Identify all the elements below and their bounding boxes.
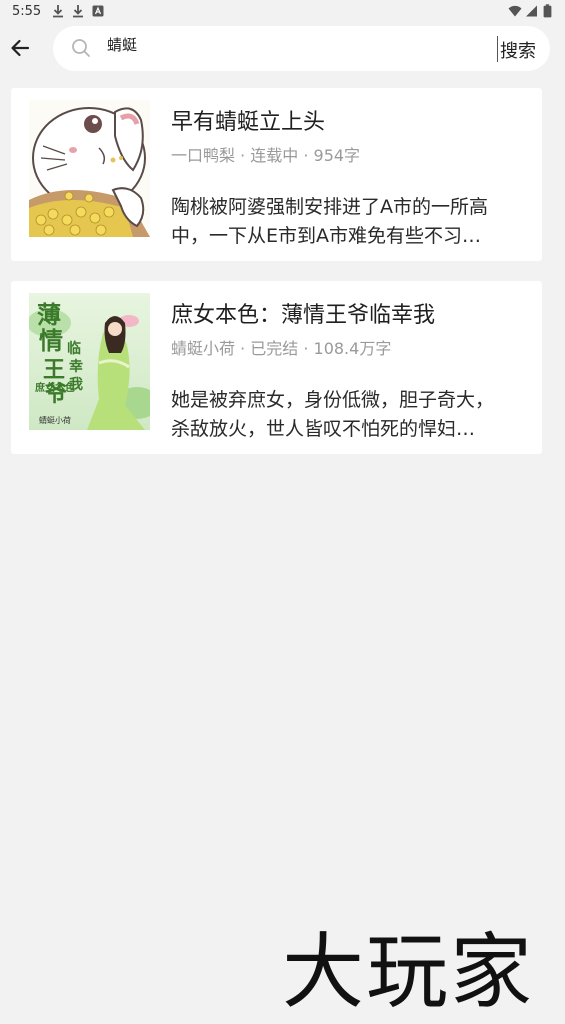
book-meta: 一口鸭梨 · 连载中 · 954字 <box>171 146 361 165</box>
book-title: 早有蜻蜓立上头 <box>171 110 326 135</box>
book-description-line: 她是被弃庶女，身份低微，胆子奇大， <box>171 389 495 411</box>
svg-text:情: 情 <box>39 326 63 355</box>
book-meta: 蜻蜓小荷 · 已完结 · 108.4万字 <box>171 339 392 358</box>
download-icon <box>52 4 64 18</box>
search-icon <box>71 38 91 62</box>
book-description: 她是被弃庶女，身份低微，胆子奇大， 杀敌放火，世人皆叹不怕死的悍妇 <box>171 386 526 444</box>
status-bar: 5:55 <box>0 0 565 24</box>
book-description-line: 杀敌放火，世人皆叹不怕死的悍妇 <box>171 415 526 444</box>
book-title: 庶女本色：薄情王爷临幸我 <box>171 303 436 328</box>
svg-text:庶女本色: 庶女本色 <box>35 381 75 394</box>
arrow-left-icon <box>11 39 30 57</box>
svg-text:幸: 幸 <box>69 358 83 375</box>
result-card[interactable]: 早有蜻蜓立上头 一口鸭梨 · 连载中 · 954字 陶桃被阿婆强制安排进了A市的… <box>11 88 542 261</box>
status-time: 5:55 <box>12 4 42 19</box>
book-description-line: 中，一下从E市到A市难免有些不习 <box>171 222 526 251</box>
text-caret <box>497 36 498 62</box>
book-cover: 薄 情 王 爷 临 幸 我 庶女本色 蜻蜓小荷 <box>29 293 150 430</box>
book-description-line: 陶桃被阿婆强制安排进了A市的一所高 <box>171 196 488 218</box>
svg-text:蜻蜓小荷: 蜻蜓小荷 <box>39 415 71 425</box>
book-description: 陶桃被阿婆强制安排进了A市的一所高 中，一下从E市到A市难免有些不习 <box>171 193 526 251</box>
watermark-text: 大玩家 <box>282 925 535 1020</box>
search-input[interactable]: 蜻蜓 <box>107 34 137 55</box>
back-button[interactable] <box>6 34 34 62</box>
book-cover <box>29 100 150 237</box>
battery-icon <box>543 4 552 18</box>
result-card[interactable]: 薄 情 王 爷 临 幸 我 庶女本色 蜻蜓小荷 庶女本色：薄情王爷临幸我 蜻蜓小… <box>11 281 542 454</box>
signal-icon <box>525 4 538 18</box>
download-icon <box>72 4 84 18</box>
svg-text:王: 王 <box>43 357 65 383</box>
wifi-icon <box>508 4 522 18</box>
svg-text:临: 临 <box>67 340 81 357</box>
app-notification-icon <box>92 4 104 18</box>
search-button[interactable]: 搜索 <box>500 37 536 63</box>
svg-text:薄: 薄 <box>37 300 61 329</box>
search-bar[interactable]: 蜻蜓 搜索 <box>53 26 550 71</box>
